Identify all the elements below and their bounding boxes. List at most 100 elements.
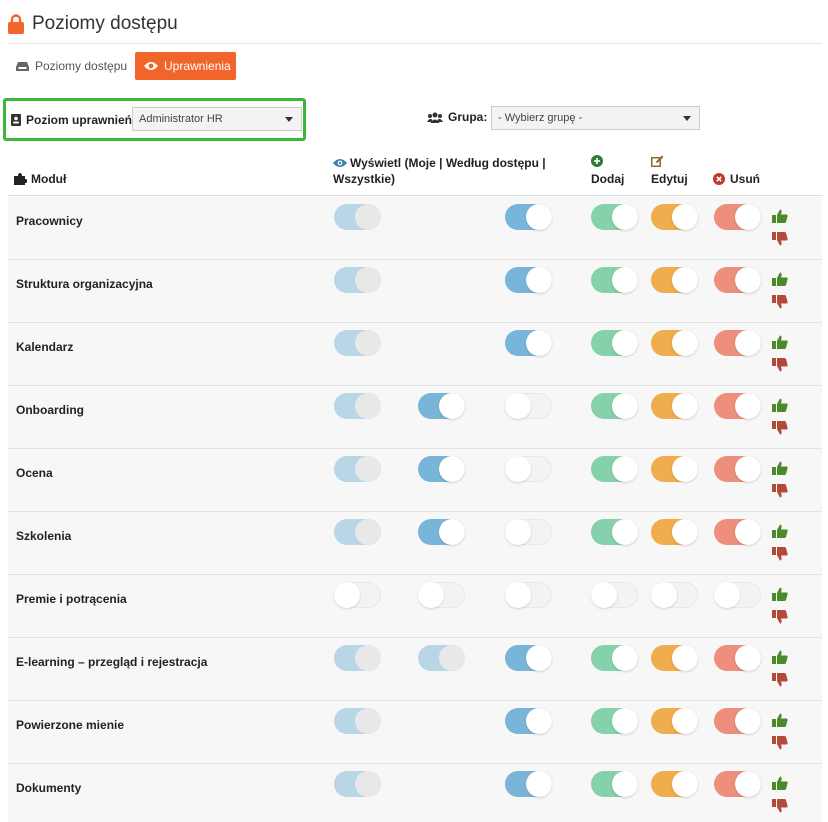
toggle-knob	[612, 330, 638, 356]
table-row: Ocena	[8, 449, 822, 512]
toggle-view-all[interactable]	[505, 393, 552, 419]
toggle-knob	[672, 330, 698, 356]
toggle-add[interactable]	[591, 456, 638, 482]
toggle-view-all[interactable]	[505, 204, 552, 230]
lock-icon	[8, 14, 24, 34]
toggle-delete[interactable]	[714, 519, 761, 545]
toggle-add[interactable]	[591, 393, 638, 419]
thumbs-up-icon[interactable]	[772, 587, 788, 601]
toggle-add[interactable]	[591, 267, 638, 293]
toggle-delete[interactable]	[714, 267, 761, 293]
toggle-delete[interactable]	[714, 330, 761, 356]
thumbs-up-icon[interactable]	[772, 398, 788, 412]
thumbs-down-icon[interactable]	[772, 358, 788, 372]
toggle-add[interactable]	[591, 204, 638, 230]
module-name: Premie i potrącenia	[16, 592, 127, 606]
toggle-add[interactable]	[591, 330, 638, 356]
toggle-edit[interactable]	[651, 771, 698, 797]
thumbs-up-icon[interactable]	[772, 335, 788, 349]
tab-access-levels[interactable]: Poziomy dostępu	[8, 52, 130, 80]
toggle-view-all[interactable]	[505, 519, 552, 545]
page-header: Poziomy dostępu	[8, 10, 822, 44]
thumbs-down-icon[interactable]	[772, 673, 788, 687]
toggle-delete[interactable]	[714, 771, 761, 797]
thumbs-up-icon[interactable]	[772, 209, 788, 223]
toggle-edit[interactable]	[651, 204, 698, 230]
toggle-knob	[735, 771, 761, 797]
toggle-delete[interactable]	[714, 582, 761, 608]
toggle-delete[interactable]	[714, 456, 761, 482]
toggle-knob	[591, 582, 617, 608]
table-row: Onboarding	[8, 386, 822, 449]
column-header-module: Moduł	[14, 171, 66, 187]
toggle-delete[interactable]	[714, 645, 761, 671]
thumbs-down-icon[interactable]	[772, 421, 788, 435]
toggle-view-own[interactable]	[334, 771, 381, 797]
toggle-view-by-access[interactable]	[418, 519, 465, 545]
tab-permissions[interactable]: Uprawnienia	[135, 52, 236, 80]
toggle-add[interactable]	[591, 519, 638, 545]
toggle-view-all[interactable]	[505, 708, 552, 734]
tab-label: Poziomy dostępu	[35, 59, 128, 73]
thumbs-down-icon[interactable]	[772, 484, 788, 498]
toggle-knob	[355, 456, 381, 482]
toggle-view-own[interactable]	[334, 708, 381, 734]
toggle-knob	[651, 582, 677, 608]
toggle-edit[interactable]	[651, 456, 698, 482]
permission-level-value: Administrator HR	[139, 113, 223, 125]
thumbs-up-icon[interactable]	[772, 524, 788, 538]
thumbs-down-icon[interactable]	[772, 232, 788, 246]
toggle-view-own[interactable]	[334, 267, 381, 293]
toggle-add[interactable]	[591, 771, 638, 797]
thumbs-up-icon[interactable]	[772, 776, 788, 790]
toggle-view-by-access[interactable]	[418, 582, 465, 608]
toggle-edit[interactable]	[651, 645, 698, 671]
thumbs-up-icon[interactable]	[772, 650, 788, 664]
toggle-view-own[interactable]	[334, 519, 381, 545]
permission-level-select[interactable]: Administrator HR	[132, 107, 302, 131]
toggle-delete[interactable]	[714, 393, 761, 419]
thumbs-down-icon[interactable]	[772, 736, 788, 750]
toggle-view-all[interactable]	[505, 267, 552, 293]
toggle-view-own[interactable]	[334, 204, 381, 230]
toggle-knob	[505, 393, 531, 419]
toggle-view-all[interactable]	[505, 645, 552, 671]
thumbs-down-icon[interactable]	[772, 799, 788, 813]
toggle-delete[interactable]	[714, 204, 761, 230]
module-name: Kalendarz	[16, 340, 74, 354]
toggle-view-by-access[interactable]	[418, 456, 465, 482]
toggle-knob	[612, 708, 638, 734]
toggle-knob	[714, 582, 740, 608]
toggle-view-all[interactable]	[505, 330, 552, 356]
thumbs-up-icon[interactable]	[772, 461, 788, 475]
thumbs-up-icon[interactable]	[772, 272, 788, 286]
toggle-add[interactable]	[591, 708, 638, 734]
toggle-edit[interactable]	[651, 267, 698, 293]
toggle-view-all[interactable]	[505, 582, 552, 608]
toggle-view-own[interactable]	[334, 645, 381, 671]
toggle-view-own[interactable]	[334, 582, 381, 608]
toggle-edit[interactable]	[651, 708, 698, 734]
toggle-knob	[672, 519, 698, 545]
toggle-edit[interactable]	[651, 519, 698, 545]
toggle-edit[interactable]	[651, 330, 698, 356]
group-select[interactable]: - Wybierz grupę -	[491, 106, 700, 130]
thumbs-down-icon[interactable]	[772, 547, 788, 561]
thumbs-up-icon[interactable]	[772, 713, 788, 727]
toggle-knob	[735, 267, 761, 293]
toggle-view-by-access[interactable]	[418, 393, 465, 419]
thumbs-down-icon[interactable]	[772, 295, 788, 309]
toggle-edit[interactable]	[651, 582, 698, 608]
toggle-add[interactable]	[591, 645, 638, 671]
toggle-view-by-access[interactable]	[418, 645, 465, 671]
toggle-knob	[672, 204, 698, 230]
toggle-view-own[interactable]	[334, 456, 381, 482]
thumbs-down-icon[interactable]	[772, 610, 788, 624]
toggle-delete[interactable]	[714, 708, 761, 734]
toggle-view-own[interactable]	[334, 393, 381, 419]
toggle-edit[interactable]	[651, 393, 698, 419]
toggle-view-all[interactable]	[505, 771, 552, 797]
toggle-view-all[interactable]	[505, 456, 552, 482]
toggle-view-own[interactable]	[334, 330, 381, 356]
toggle-add[interactable]	[591, 582, 638, 608]
